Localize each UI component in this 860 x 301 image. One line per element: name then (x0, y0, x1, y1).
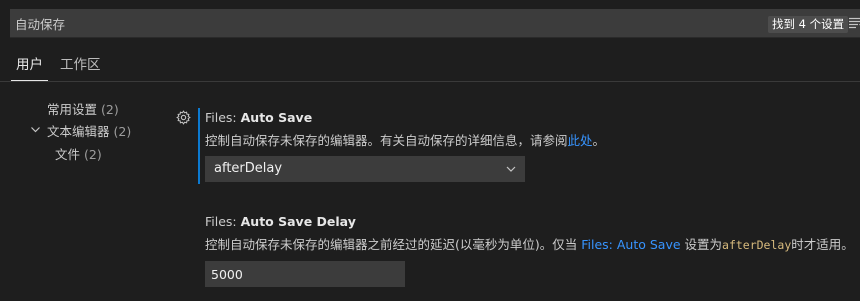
result-count-badge: 找到 4 个设置 (768, 16, 849, 33)
settings-search-input[interactable] (10, 9, 750, 38)
toc-item-count: (2) (113, 124, 132, 139)
details-link[interactable]: 此处 (568, 133, 593, 148)
description-text: 时才适用。 (791, 237, 854, 252)
toc-item-files[interactable]: 文件 (2) (55, 144, 102, 163)
code-value: afterDelay (722, 238, 792, 252)
toc-item-count: (2) (101, 102, 119, 117)
setting-description-auto-save: 控制自动保存未保存的编辑器。有关自动保存的详细信息，请参阅此处。 (205, 130, 605, 149)
settings-search-bar: 找到 4 个设置 (10, 9, 860, 38)
setting-category: Files: (205, 110, 241, 125)
setting-title-auto-save-delay: Files: Auto Save Delay (205, 214, 356, 229)
toc-item-label: 文本编辑器 (47, 124, 110, 139)
focused-setting-indicator (198, 108, 200, 184)
auto-save-delay-input[interactable] (205, 261, 405, 287)
chevron-down-icon (506, 166, 516, 172)
description-text: 控制自动保存未保存的编辑器。有关自动保存的详细信息，请参阅 (205, 133, 568, 148)
setting-name: Auto Save (240, 110, 313, 125)
toc-item-label: 文件 (55, 147, 81, 162)
chevron-down-icon[interactable] (30, 124, 41, 135)
auto-save-selected-value: afterDelay (214, 161, 283, 176)
toc-item-label: 常用设置 (47, 102, 98, 117)
setting-title-auto-save: Files: Auto Save (205, 110, 312, 125)
setting-category: Files: (205, 214, 241, 229)
toc-item-text-editor[interactable]: 文本编辑器 (2) (47, 121, 131, 140)
gear-icon[interactable] (176, 110, 191, 125)
tab-workspace[interactable]: 工作区 (60, 50, 101, 81)
toc-item-common[interactable]: 常用设置 (2) (47, 99, 119, 118)
description-text: 控制自动保存未保存的编辑器之前经过的延迟(以毫秒为单位)。仅当 (205, 237, 582, 252)
setting-description-auto-save-delay: 控制自动保存未保存的编辑器之前经过的延迟(以毫秒为单位)。仅当 Files: A… (205, 234, 854, 253)
auto-save-select[interactable]: afterDelay (205, 156, 525, 182)
description-text: 。 (592, 133, 606, 148)
setting-name: Auto Save Delay (240, 214, 356, 229)
description-text: 设置为 (680, 237, 723, 252)
auto-save-setting-link[interactable]: Files: Auto Save (581, 237, 680, 252)
toc-item-count: (2) (84, 147, 102, 162)
tab-user[interactable]: 用户 (11, 50, 48, 81)
filter-icon[interactable] (848, 17, 860, 29)
settings-scope-tabs: 用户 工作区 (0, 50, 860, 82)
